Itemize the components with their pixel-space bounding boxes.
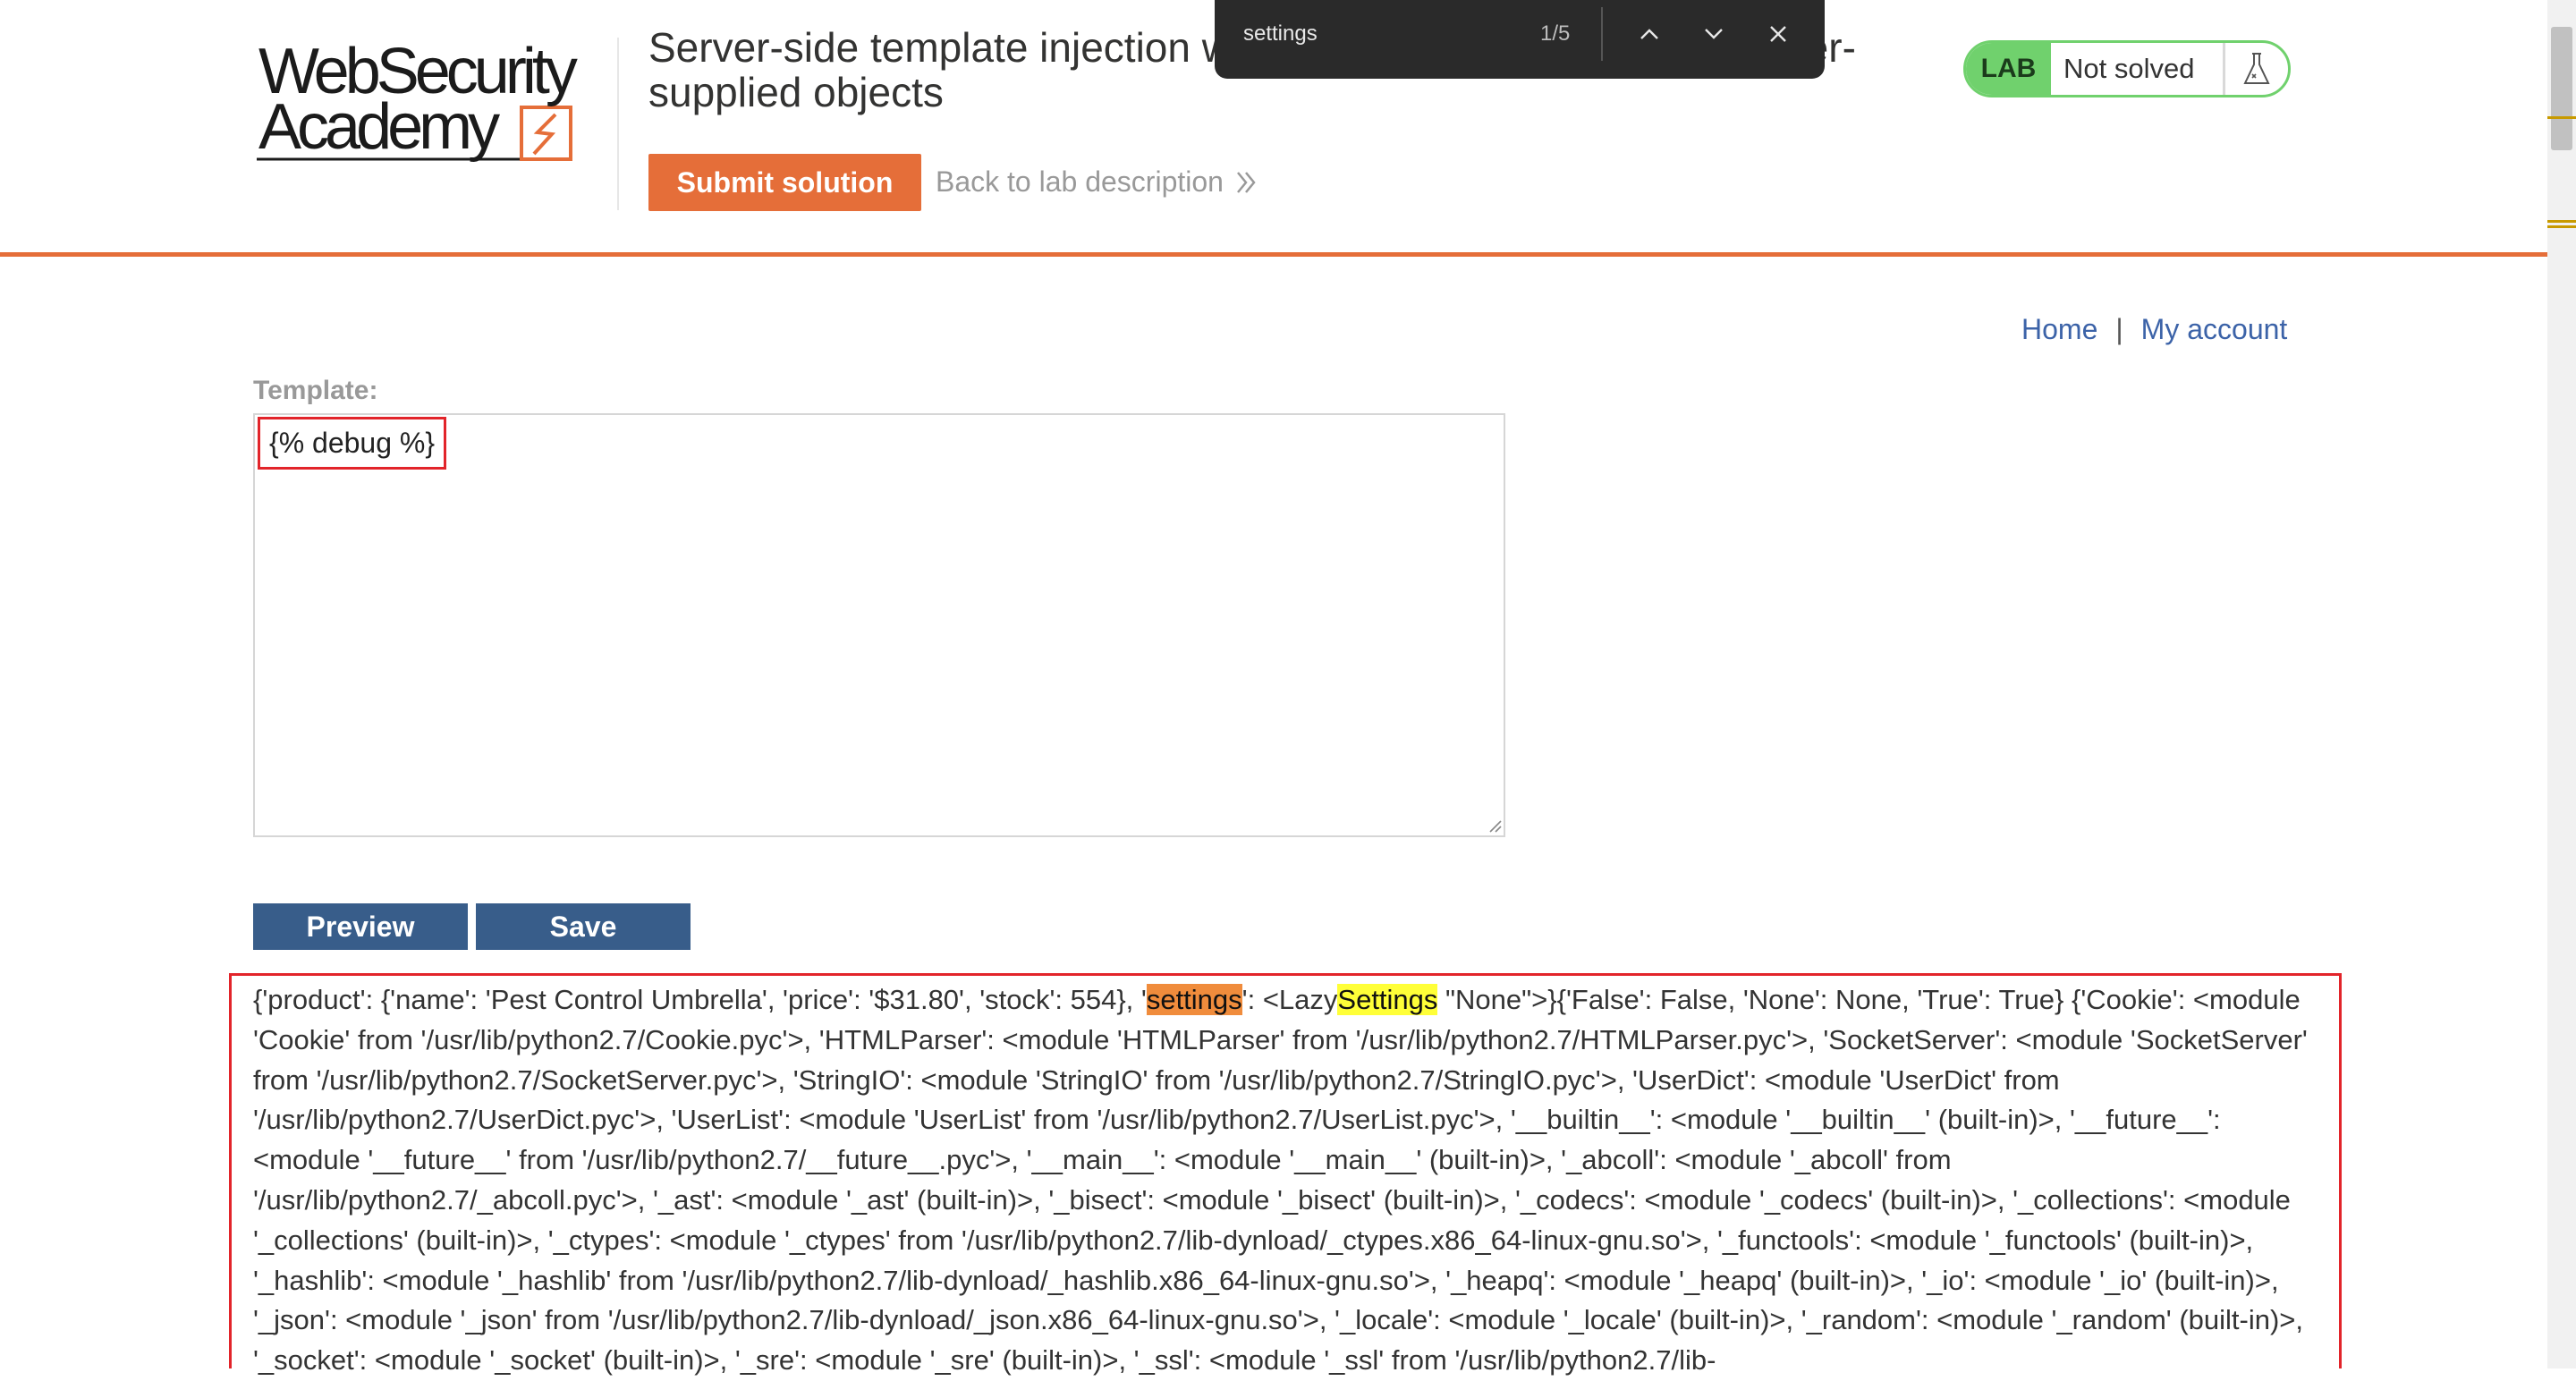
preview-button[interactable]: Preview — [253, 903, 468, 950]
logo-line-2: Academy — [258, 91, 500, 163]
find-match-count: 1/5 — [1540, 21, 1571, 46]
header-divider — [617, 38, 619, 210]
header-accent-rule — [0, 252, 2547, 257]
output-text-before: {'product': {'name': 'Pest Control Umbre… — [253, 984, 1147, 1015]
nav-home-link[interactable]: Home — [2021, 313, 2097, 346]
top-nav: Home | My account — [2021, 313, 2287, 346]
output-text-mid: ': <Lazy — [1241, 984, 1338, 1015]
debug-output-text: {'product': {'name': 'Pest Control Umbre… — [253, 980, 2310, 1381]
back-link-label: Back to lab description — [936, 165, 1224, 198]
flask-icon — [2225, 43, 2288, 95]
close-icon[interactable] — [1760, 16, 1796, 52]
double-chevron-right-icon — [1236, 171, 1256, 193]
back-to-lab-description-link[interactable]: Back to lab description — [936, 165, 1258, 199]
lab-status-widget: LAB Not solved — [1963, 40, 2291, 97]
chevron-down-icon[interactable] — [1696, 16, 1732, 52]
find-current-match: settings — [1146, 984, 1242, 1015]
scrollbar-find-marker — [2547, 116, 2576, 119]
page-scrollbar[interactable] — [2547, 0, 2576, 1368]
find-match: Settings — [1337, 984, 1438, 1015]
chevron-up-icon[interactable] — [1631, 16, 1667, 52]
nav-separator: | — [2115, 313, 2123, 345]
template-textarea[interactable] — [253, 413, 1505, 837]
nav-my-account-link[interactable]: My account — [2141, 313, 2288, 346]
lab-badge: LAB — [1966, 43, 2051, 95]
scrollbar-find-marker — [2547, 220, 2576, 223]
find-in-page-bar: settings 1/5 — [1215, 0, 1825, 79]
web-security-academy-logo[interactable]: WebSecurity Academy — [253, 36, 611, 170]
find-separator — [1601, 7, 1603, 61]
find-input[interactable]: settings — [1243, 21, 1318, 47]
scrollbar-find-marker — [2547, 225, 2576, 228]
lab-status-text: Not solved — [2051, 43, 2225, 95]
submit-solution-button[interactable]: Submit solution — [648, 154, 921, 211]
resize-grip-icon[interactable] — [1485, 816, 1503, 834]
template-value-highlight: {% debug %} — [258, 417, 447, 470]
template-label: Template: — [253, 376, 378, 405]
scrollbar-thumb[interactable] — [2551, 27, 2572, 150]
output-text-after: "None">}{'False': False, 'None': None, '… — [253, 984, 2308, 1377]
save-button[interactable]: Save — [476, 903, 691, 950]
